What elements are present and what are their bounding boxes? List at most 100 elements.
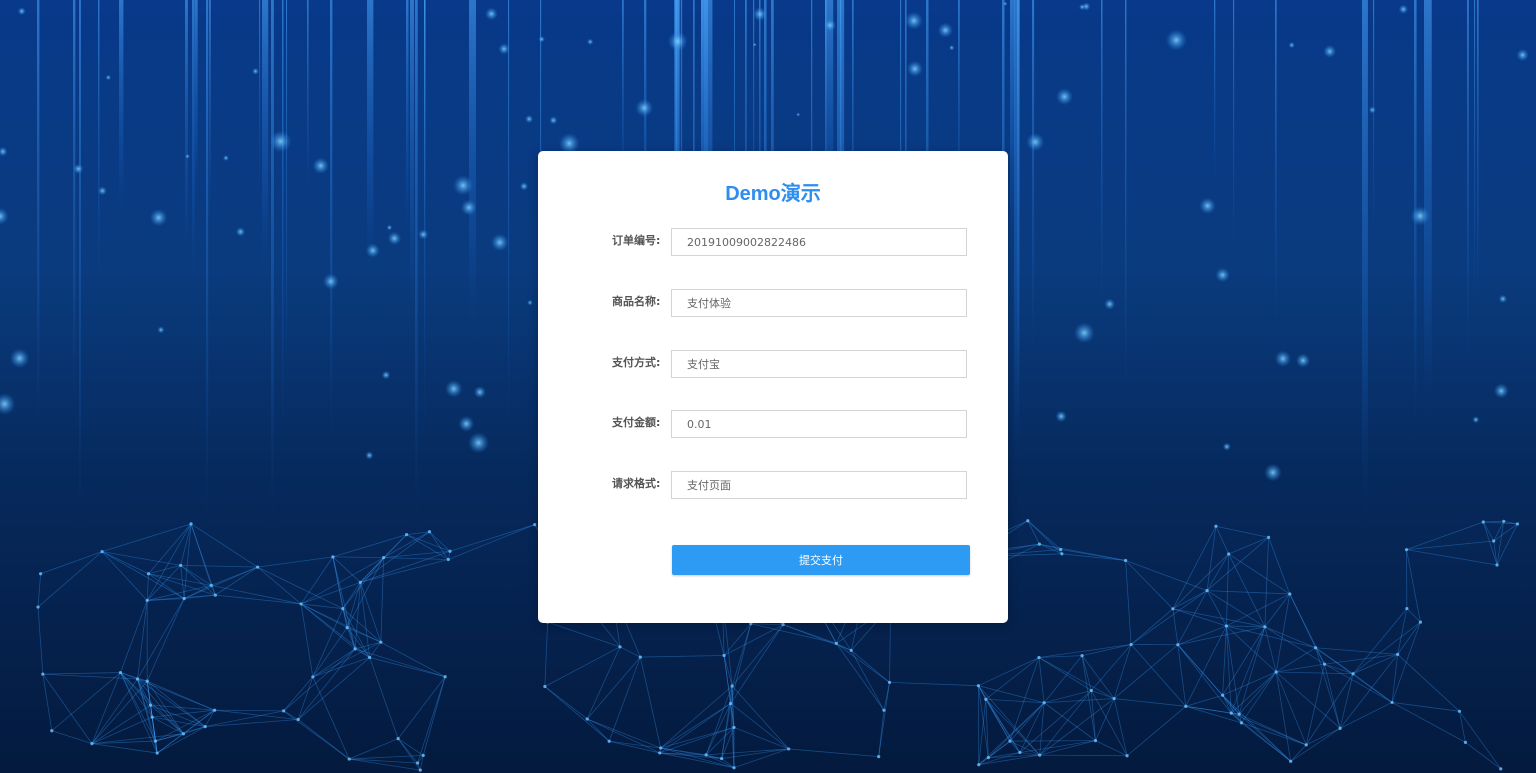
- submit-payment-button[interactable]: 提交支付: [672, 545, 970, 575]
- network-node: [1313, 646, 1318, 650]
- network-node: [1026, 519, 1030, 523]
- network-node: [146, 572, 151, 576]
- network-node: [849, 648, 853, 653]
- payment-method-label: 支付方式:: [612, 356, 661, 369]
- glow-dot: [381, 370, 391, 380]
- light-streak: [330, 0, 333, 459]
- network-node: [145, 679, 149, 683]
- glow-dot: [586, 38, 594, 46]
- glow-dot: [667, 31, 688, 52]
- network-node: [1205, 588, 1209, 593]
- glow-dot: [235, 226, 246, 237]
- payment-amount-input[interactable]: [671, 410, 967, 438]
- glow-dot: [1323, 44, 1337, 58]
- light-streak: [286, 0, 288, 411]
- network-node: [1060, 552, 1064, 556]
- order-number-input[interactable]: [671, 228, 967, 256]
- glow-dot: [460, 199, 477, 216]
- network-node: [296, 717, 300, 722]
- glow-dot: [524, 114, 534, 124]
- payment-form-card: Demo演示 订单编号: 商品名称: 支付方式: 支付金额: 请求格式: 提交支…: [538, 151, 1008, 623]
- network-node: [118, 670, 123, 675]
- glow-dot: [1078, 3, 1086, 11]
- payment-method-input[interactable]: [671, 350, 967, 378]
- light-streak: [206, 0, 209, 538]
- network-node: [382, 556, 386, 560]
- network-node: [1492, 539, 1496, 543]
- glow-dot: [1222, 442, 1231, 451]
- light-streak: [1012, 0, 1015, 260]
- light-streak: [1474, 0, 1476, 337]
- product-name-input[interactable]: [671, 289, 967, 317]
- network-node: [1338, 726, 1342, 730]
- network-node: [90, 742, 94, 746]
- light-streak: [1214, 0, 1216, 201]
- light-streak: [1477, 0, 1479, 318]
- network-node: [1274, 670, 1278, 674]
- network-node: [1229, 711, 1233, 715]
- light-streak: [271, 0, 274, 540]
- form-title: Demo演示: [725, 183, 821, 205]
- glow-dot: [452, 175, 474, 196]
- network-node: [607, 739, 611, 743]
- light-streak: [469, 0, 476, 339]
- network-node: [282, 709, 286, 713]
- network-node: [347, 757, 351, 761]
- network-node: [181, 732, 186, 736]
- light-streak: [1017, 0, 1020, 438]
- glow-dot: [937, 22, 954, 38]
- glow-dot: [269, 130, 292, 153]
- glow-dot: [1274, 350, 1292, 367]
- glow-dot: [1368, 106, 1376, 114]
- light-streak: [508, 0, 510, 460]
- glow-dot: [365, 243, 380, 258]
- network-node: [659, 746, 663, 750]
- light-streak: [424, 0, 426, 449]
- network-node: [1502, 519, 1506, 523]
- network-node: [100, 550, 104, 554]
- network-node: [787, 747, 791, 751]
- network-node: [341, 606, 345, 611]
- glow-dot: [1026, 132, 1045, 152]
- light-streak: [1032, 0, 1035, 371]
- network-node: [1008, 739, 1012, 743]
- glow-dot: [1295, 353, 1311, 368]
- glow-dot: [796, 112, 801, 117]
- light-streak: [1467, 0, 1469, 374]
- product-name-row: 商品名称:: [538, 289, 1008, 319]
- network-node: [976, 684, 980, 688]
- light-streak: [282, 0, 284, 459]
- network-node: [358, 580, 362, 584]
- network-node: [416, 761, 420, 765]
- glow-dot: [0, 207, 9, 225]
- network-node: [41, 672, 45, 676]
- network-node: [1214, 524, 1218, 528]
- network-node: [446, 557, 450, 562]
- glow-dot: [527, 299, 533, 306]
- network-node: [135, 677, 140, 681]
- glow-dot: [752, 42, 757, 47]
- light-streak: [367, 0, 374, 283]
- glow-dot: [823, 19, 837, 32]
- network-node: [533, 523, 537, 527]
- network-node: [153, 739, 158, 743]
- request-format-label: 请求格式:: [612, 477, 661, 490]
- network-node: [1018, 750, 1022, 755]
- light-streak: [307, 0, 309, 208]
- glow-dot: [498, 43, 510, 55]
- network-node: [1267, 535, 1271, 539]
- product-name-label: 商品名称:: [612, 295, 661, 308]
- glow-dot: [1410, 206, 1430, 226]
- network-node: [638, 655, 642, 659]
- network-node: [209, 583, 213, 587]
- network-node: [1515, 522, 1520, 526]
- network-node: [1289, 759, 1293, 763]
- network-node: [585, 717, 589, 721]
- network-node: [1227, 552, 1231, 556]
- network-node: [877, 754, 881, 759]
- request-format-input[interactable]: [671, 471, 967, 499]
- network-node: [421, 753, 425, 757]
- light-streak: [406, 0, 409, 247]
- network-node: [1112, 696, 1116, 701]
- glow-dot: [904, 11, 923, 30]
